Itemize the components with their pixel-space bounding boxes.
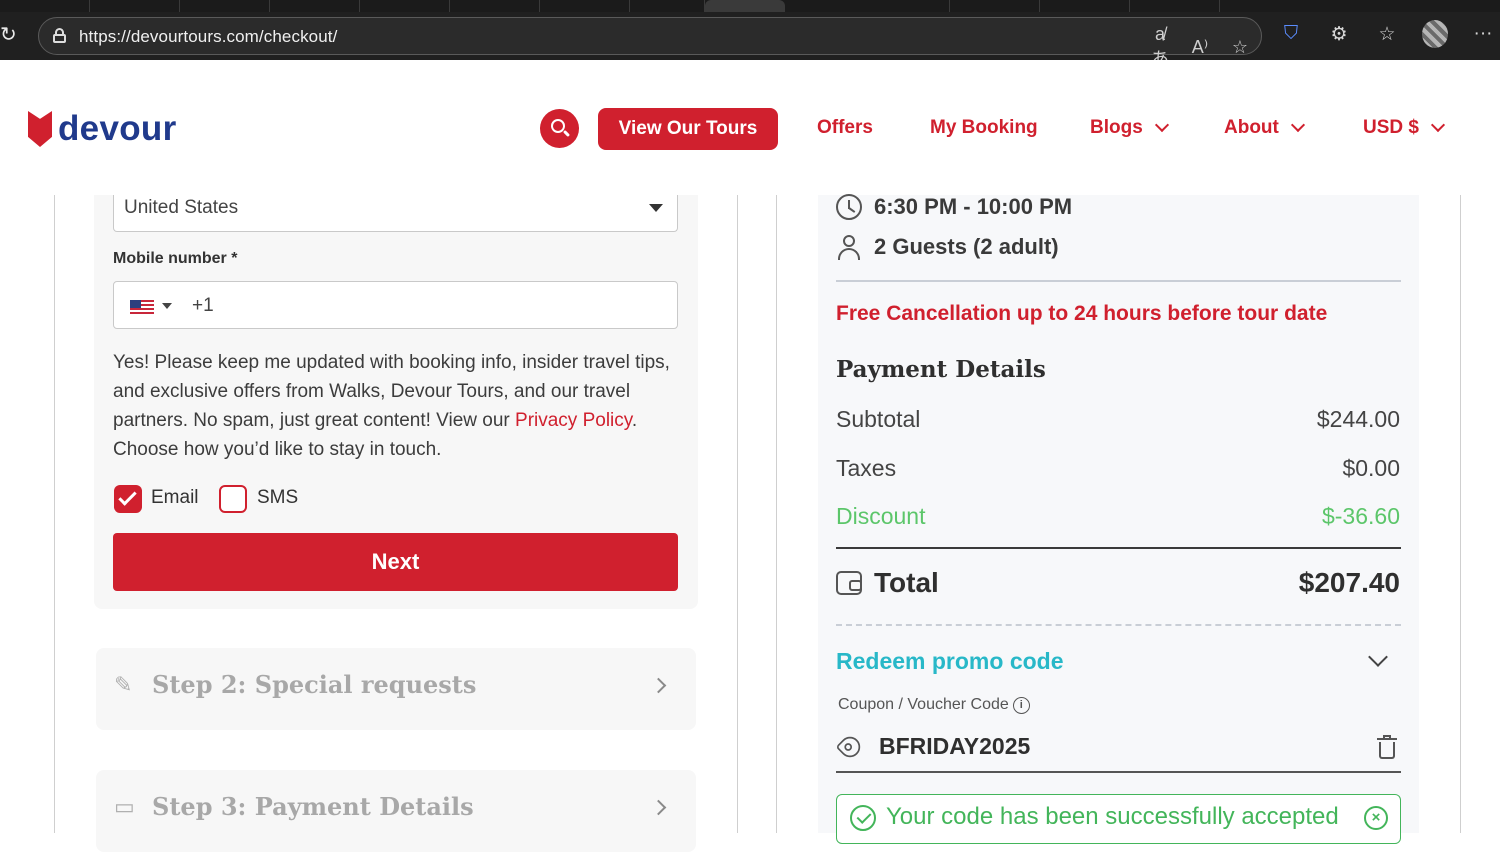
reload-icon[interactable]: ↻ [0, 24, 22, 46]
chevron-right-icon [650, 677, 667, 694]
check-circle-icon [850, 805, 876, 831]
nav-blogs[interactable]: Blogs [1090, 117, 1169, 139]
browser-chrome: ↻ https://devourtours.com/checkout/ a̸あ … [0, 0, 1500, 69]
clock-icon [836, 194, 862, 220]
divider [836, 280, 1401, 282]
payment-details-heading: Payment Details [836, 356, 1046, 383]
mobile-number-label: Mobile number * [113, 250, 238, 267]
email-checkbox-label[interactable]: Email [151, 487, 199, 509]
taxes-label: Taxes [836, 455, 897, 481]
country-value: United States [124, 197, 239, 218]
more-icon[interactable]: ··· [1470, 23, 1496, 45]
pencil-icon: ✎ [114, 672, 133, 697]
nav-currency[interactable]: USD $ [1363, 117, 1446, 139]
tour-time: 6:30 PM - 10:00 PM [836, 194, 1072, 220]
coupon-code-value: BFRIDAY2025 [879, 733, 1031, 759]
info-icon[interactable]: i [1012, 696, 1030, 714]
view-tours-button[interactable]: View Our Tours [598, 108, 778, 150]
guest-count: 2 Guests (2 adult) [836, 233, 1059, 261]
coupon-success-alert: Your code has been successfully accepted… [836, 794, 1401, 844]
country-code-caret-icon[interactable] [162, 303, 172, 309]
trash-icon[interactable] [1377, 735, 1397, 759]
consent-text: Yes! Please keep me updated with booking… [113, 348, 688, 464]
column-divider [54, 195, 55, 833]
nav-my-booking-label: My Booking [930, 117, 1038, 138]
coupon-label: Coupon / Voucher Code i [838, 696, 1030, 714]
chevron-down-icon [1430, 117, 1446, 133]
nav-my-booking[interactable]: My Booking [930, 117, 1038, 139]
wallet-icon: ▭ [114, 794, 135, 819]
logo-mark-icon [28, 111, 52, 147]
total-label: Total [836, 567, 939, 599]
divider [836, 547, 1401, 549]
site-header: devour View Our Tours Offers My Booking … [0, 60, 1500, 195]
discount-label: Discount [836, 503, 926, 529]
address-bar[interactable]: https://devourtours.com/checkout/ a̸あ A⁾… [38, 17, 1262, 69]
column-divider [1460, 195, 1461, 833]
search-button[interactable] [540, 109, 579, 148]
sms-checkbox[interactable] [219, 485, 247, 513]
tour-time-text: 6:30 PM - 10:00 PM [874, 194, 1073, 219]
success-message: Your code has been successfully accepted [886, 803, 1339, 830]
lock-icon[interactable] [53, 28, 66, 43]
tab-strip [0, 0, 1500, 12]
free-cancellation-notice: Free Cancellation up to 24 hours before … [836, 302, 1328, 325]
phone-prefix: +1 [192, 295, 214, 316]
subtotal-value: $244.00 [1316, 406, 1400, 432]
us-flag-icon[interactable] [130, 300, 154, 314]
step-title: Step 3: Payment Details [152, 792, 474, 821]
nav-about[interactable]: About [1224, 117, 1305, 139]
chevron-down-icon [1290, 117, 1305, 133]
shield-extension-icon[interactable]: ⛉ [1278, 23, 1304, 45]
coupon-label-text: Coupon / Voucher Code [838, 696, 1009, 713]
email-checkbox[interactable] [114, 485, 142, 513]
sms-checkbox-label[interactable]: SMS [257, 487, 298, 509]
column-divider [737, 195, 738, 833]
column-divider [776, 195, 777, 833]
taxes-value: $0.00 [1342, 455, 1400, 481]
coupon-code-field[interactable]: BFRIDAY2025 [835, 725, 1401, 773]
total-label-text: Total [874, 567, 939, 598]
tag-icon [835, 732, 865, 762]
step-3-payment-details[interactable]: ▭ Step 3: Payment Details [96, 770, 696, 852]
discount-value: $-36.60 [1321, 503, 1400, 529]
checkmark-icon [118, 487, 137, 506]
nav-about-label: About [1224, 117, 1279, 138]
guest-count-text: 2 Guests (2 adult) [874, 234, 1059, 259]
extensions-icon[interactable]: ⚙ [1326, 23, 1352, 46]
privacy-policy-link[interactable]: Privacy Policy [515, 410, 632, 431]
chevron-down-icon [1154, 117, 1169, 133]
wallet-icon [836, 571, 862, 595]
person-icon [836, 233, 862, 261]
url-text[interactable]: https://devourtours.com/checkout/ [79, 27, 337, 47]
read-aloud-icon[interactable]: A⁾ [1189, 37, 1211, 58]
total-value: $207.40 [1298, 567, 1400, 598]
logo-text: devour [58, 109, 177, 148]
nav-blogs-label: Blogs [1090, 117, 1143, 138]
active-tab[interactable] [705, 0, 785, 12]
nav-offers-label: Offers [817, 117, 873, 138]
redeem-promo-toggle[interactable]: Redeem promo code [836, 648, 1064, 675]
nav-offers[interactable]: Offers [817, 117, 873, 139]
divider [836, 624, 1401, 626]
step-title: Step 2: Special requests [152, 670, 477, 699]
close-icon[interactable]: × [1364, 806, 1388, 830]
step-2-special-requests[interactable]: ✎ Step 2: Special requests [96, 648, 696, 730]
mobile-number-input[interactable]: +1 [113, 281, 678, 329]
profile-avatar[interactable] [1422, 20, 1448, 48]
subtotal-label: Subtotal [836, 406, 921, 432]
caret-down-icon [649, 204, 663, 212]
devour-logo[interactable]: devour [28, 109, 177, 149]
nav-currency-label: USD $ [1363, 117, 1419, 138]
favorite-star-icon[interactable]: ☆ [1229, 37, 1251, 58]
country-select[interactable]: United States [113, 195, 678, 232]
favorites-icon[interactable]: ☆ [1374, 23, 1400, 46]
next-button[interactable]: Next [113, 533, 678, 591]
chevron-right-icon [650, 799, 667, 816]
